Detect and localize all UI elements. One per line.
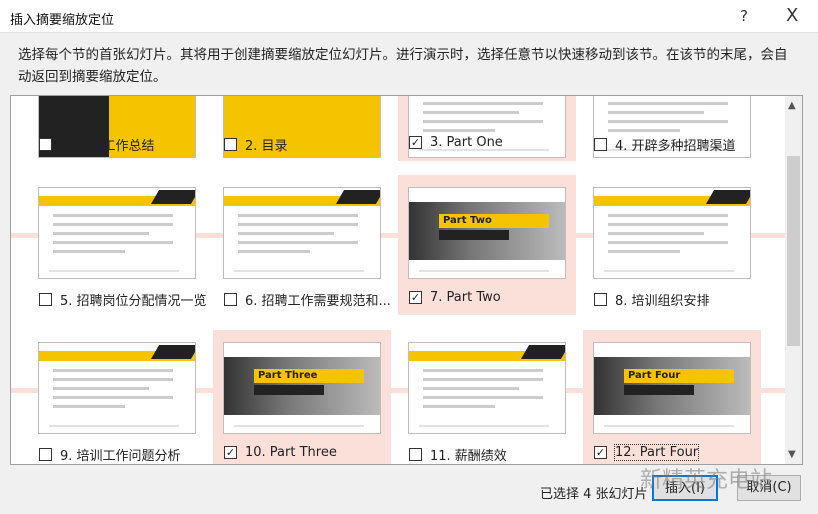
slide-label: 4. 开辟多种招聘渠道 — [615, 139, 736, 154]
slide-thumbnail[interactable] — [408, 342, 566, 434]
slide-label: 9. 培训工作问题分析 — [60, 449, 181, 464]
checked-checkbox[interactable]: ✓ — [409, 291, 422, 304]
slide-checkbox-item[interactable]: ✓ 3. Part One — [409, 135, 503, 150]
checkbox[interactable] — [39, 448, 52, 461]
checkbox[interactable] — [409, 448, 422, 461]
cancel-button[interactable]: 取消(C) — [737, 475, 801, 501]
slide-thumbnail[interactable]: Part Four — [593, 342, 751, 434]
slide-content — [238, 214, 358, 259]
slide-label: 1. 年终工作总结 — [60, 139, 155, 154]
checked-checkbox[interactable]: ✓ — [224, 446, 237, 459]
slide-checkbox-item[interactable]: 4. 开辟多种招聘渠道 — [594, 135, 736, 154]
slide-label: 2. 目录 — [245, 139, 288, 154]
slide-header-accent — [335, 190, 380, 204]
slide-footer — [604, 270, 734, 272]
slide-checkbox-item[interactable]: 8. 培训组织安排 — [594, 290, 710, 309]
slide-footer — [419, 425, 549, 427]
slide-checkbox-item[interactable]: 5. 招聘岗位分配情况一览 — [39, 290, 207, 309]
title-bar: 插入摘要缩放定位 ? X — [0, 0, 818, 33]
slide-checkbox-item[interactable]: ✓ 10. Part Three — [224, 445, 337, 460]
slide-content — [608, 214, 728, 259]
slide-checkbox-item[interactable]: 6. 招聘工作需要规范和... — [224, 290, 391, 309]
slide-label: 6. 招聘工作需要规范和... — [245, 294, 391, 309]
scroll-down-icon[interactable]: ▼ — [788, 449, 796, 460]
checkbox[interactable] — [594, 138, 607, 151]
slide-subtitle-bar — [439, 230, 509, 240]
checkbox[interactable] — [39, 293, 52, 306]
slide-header-accent — [705, 190, 750, 204]
slide-label: 8. 培训组织安排 — [615, 294, 710, 309]
checkbox[interactable] — [224, 138, 237, 151]
slide-content — [423, 96, 543, 138]
dialog-title: 插入摘要缩放定位 — [10, 13, 115, 28]
slide-content — [53, 369, 173, 414]
checked-checkbox[interactable]: ✓ — [409, 136, 422, 149]
slide-thumbnail[interactable] — [223, 187, 381, 279]
slide-checkbox-item[interactable]: 1. 年终工作总结 — [39, 135, 155, 154]
scrollbar[interactable]: ▲ ▼ — [785, 96, 802, 464]
slide-grid: 1. 年终工作总结 2. 目录 ✓ 3. Part One 4. 开辟多种招聘渠道 5. … — [10, 95, 803, 465]
checked-checkbox[interactable]: ✓ — [594, 446, 607, 459]
slide-subtitle-bar — [254, 385, 324, 395]
checkbox[interactable] — [39, 138, 52, 151]
slide-thumbnail[interactable] — [38, 342, 196, 434]
slide-thumbnail[interactable]: Part Two — [408, 187, 566, 279]
slide-footer — [234, 425, 364, 427]
slide-label: 5. 招聘岗位分配情况一览 — [60, 294, 207, 309]
slide-header-accent — [150, 345, 195, 359]
slide-checkbox-item[interactable]: ✓ 7. Part Two — [409, 290, 501, 305]
slide-header-accent — [520, 345, 565, 359]
slide-footer — [49, 425, 179, 427]
slide-footer — [419, 270, 549, 272]
slide-title: Part Three — [254, 369, 364, 383]
close-button[interactable]: X — [786, 5, 798, 26]
slide-checkbox-item[interactable]: 9. 培训工作问题分析 — [39, 445, 181, 464]
slide-label: 7. Part Two — [430, 290, 501, 305]
description: 选择每个节的首张幻灯片。其将用于创建摘要缩放定位幻灯片。进行演示时，选择任意节以… — [18, 47, 788, 85]
slide-content — [608, 96, 728, 138]
slide-header-accent — [150, 190, 195, 204]
slide-content — [53, 214, 173, 259]
slide-subtitle-bar — [624, 385, 694, 395]
slide-label: 12. Part Four — [613, 444, 700, 461]
slide-checkbox-item[interactable]: 11. 薪酬绩效 — [409, 445, 507, 464]
slide-label: 10. Part Three — [245, 445, 337, 460]
slide-label: 3. Part One — [430, 135, 503, 150]
slide-thumbnail[interactable] — [38, 187, 196, 279]
scroll-up-icon[interactable]: ▲ — [788, 100, 796, 111]
slide-footer — [234, 270, 364, 272]
slide-label: 11. 薪酬绩效 — [430, 449, 507, 464]
checkbox[interactable] — [224, 293, 237, 306]
slide-title: Part Four — [624, 369, 734, 383]
checkbox[interactable] — [594, 293, 607, 306]
selected-count: 已选择 4 张幻灯片 — [540, 487, 648, 502]
scrollbar-thumb[interactable] — [787, 156, 800, 346]
insert-button[interactable]: 插入(I) — [652, 475, 718, 501]
slide-footer — [604, 425, 734, 427]
slide-content — [423, 369, 543, 414]
help-button[interactable]: ? — [740, 7, 748, 25]
slide-thumbnail[interactable]: Part Three — [223, 342, 381, 434]
slide-footer — [49, 270, 179, 272]
slide-thumbnail[interactable] — [593, 187, 751, 279]
slide-title: Part Two — [439, 214, 549, 228]
slide-checkbox-item[interactable]: 2. 目录 — [224, 135, 288, 154]
slide-checkbox-item[interactable]: ✓ 12. Part Four — [594, 444, 700, 461]
